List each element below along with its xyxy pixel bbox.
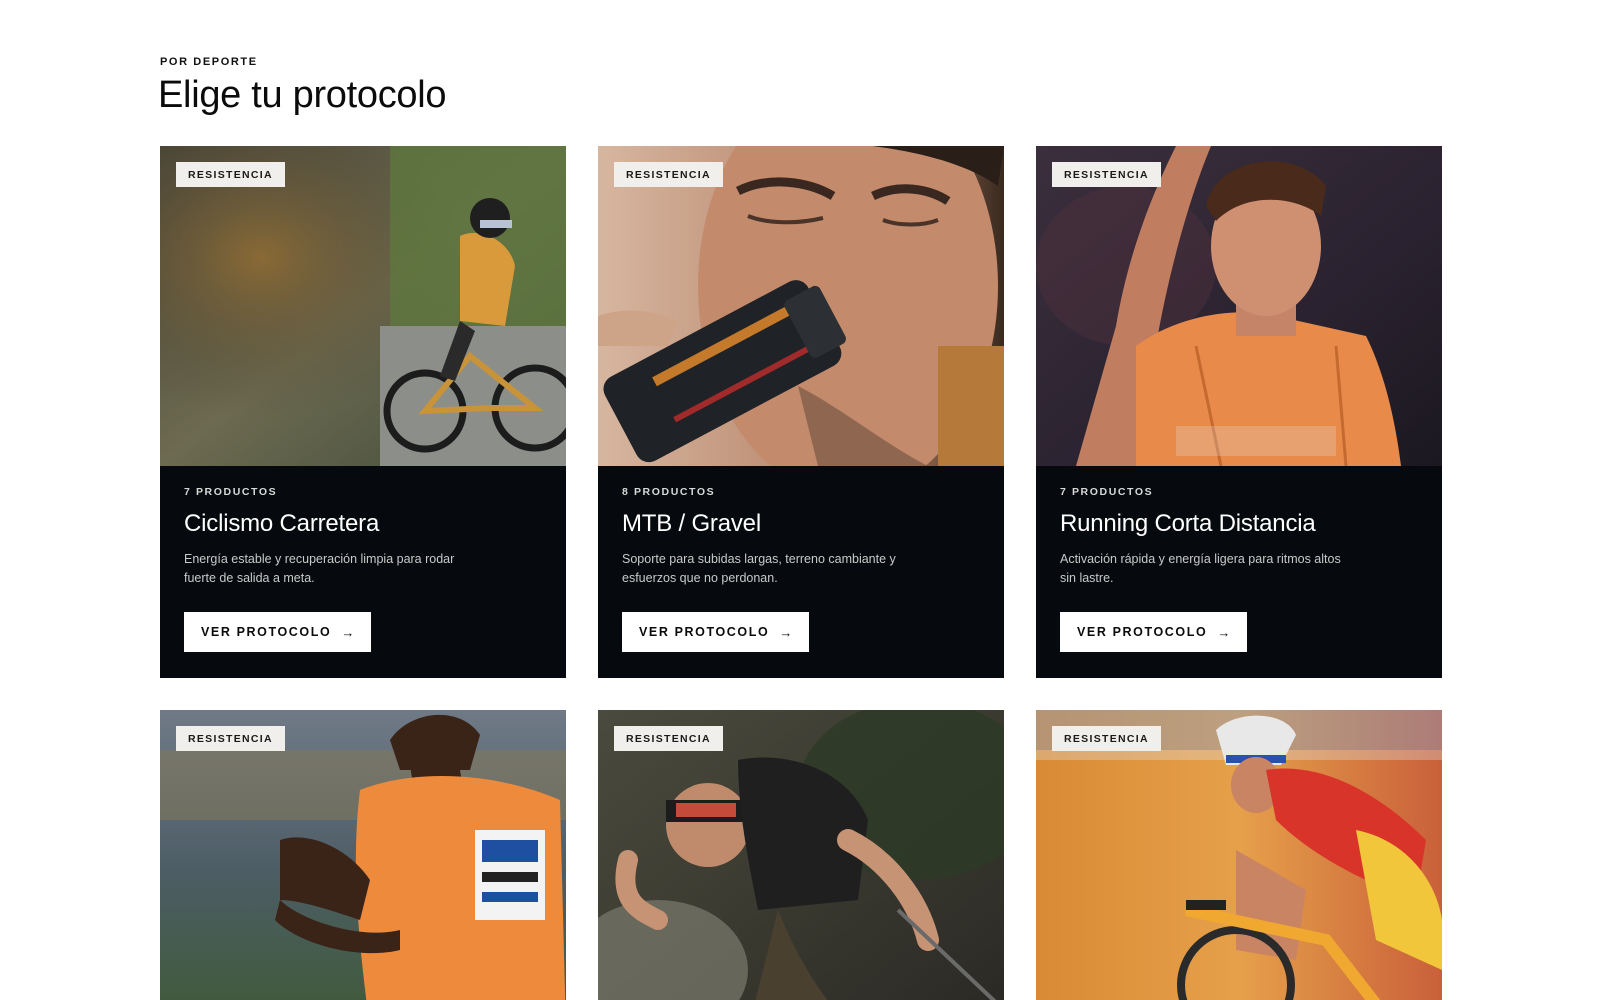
category-tag: RESISTENCIA <box>176 162 285 187</box>
protocol-card-ciclismo-carretera[interactable]: RESISTENCIA 7 PRODUCTOS Ciclismo Carrete… <box>160 146 566 678</box>
protocol-card-running-corta-distancia[interactable]: RESISTENCIA 7 PRODUCTOS Running Corta Di… <box>1036 146 1442 678</box>
section-title: Elige tu protocolo <box>158 74 447 116</box>
category-tag: RESISTENCIA <box>1052 162 1161 187</box>
protocol-card-trail[interactable]: RESISTENCIA <box>598 710 1004 1000</box>
protocol-card-triathlon[interactable]: RESISTENCIA <box>1036 710 1442 1000</box>
product-count: 7 PRODUCTOS <box>1060 486 1154 498</box>
section-eyebrow: POR DEPORTE <box>160 56 258 68</box>
category-tag: RESISTENCIA <box>176 726 285 751</box>
card-body: 7 PRODUCTOS Running Corta Distancia Acti… <box>1060 486 1418 652</box>
card-description: Energía estable y recuperación limpia pa… <box>184 552 455 585</box>
category-tag: RESISTENCIA <box>1052 726 1161 751</box>
product-count: 7 PRODUCTOS <box>184 486 278 498</box>
category-tag: RESISTENCIA <box>614 162 723 187</box>
runner-photo <box>1036 146 1442 466</box>
arrow-right-icon: → <box>779 624 793 640</box>
protocol-card-mtb-gravel[interactable]: RESISTENCIA 8 PRODUCTOS MTB / Gravel Sop… <box>598 146 1004 678</box>
category-tag: RESISTENCIA <box>614 726 723 751</box>
card-title: Ciclismo Carretera <box>184 510 380 537</box>
arrow-right-icon: → <box>341 624 355 640</box>
protocol-card-marathon[interactable]: RESISTENCIA <box>160 710 566 1000</box>
athlete-drinking-photo <box>598 146 1004 466</box>
card-description: Soporte para subidas largas, terreno cam… <box>622 552 896 585</box>
ver-protocolo-button[interactable]: VER PROTOCOLO → <box>1060 612 1248 652</box>
arrow-right-icon: → <box>1217 624 1231 640</box>
ver-protocolo-button[interactable]: VER PROTOCOLO → <box>622 612 810 652</box>
card-title: MTB / Gravel <box>622 510 761 537</box>
button-label: VER PROTOCOLO <box>1077 625 1208 639</box>
page: POR DEPORTE Elige tu protocolo RESISTENC… <box>0 0 1600 1000</box>
protocol-grid: RESISTENCIA 7 PRODUCTOS Ciclismo Carrete… <box>160 146 1442 1000</box>
button-label: VER PROTOCOLO <box>639 625 770 639</box>
marathon-runner-photo <box>160 710 566 1000</box>
ver-protocolo-button[interactable]: VER PROTOCOLO → <box>184 612 372 652</box>
card-title: Running Corta Distancia <box>1060 510 1316 537</box>
product-count: 8 PRODUCTOS <box>622 486 716 498</box>
card-body: 8 PRODUCTOS MTB / Gravel Soporte para su… <box>622 486 980 652</box>
button-label: VER PROTOCOLO <box>201 625 332 639</box>
card-body: 7 PRODUCTOS Ciclismo Carretera Energía e… <box>184 486 542 652</box>
triathlete-photo <box>1036 710 1442 1000</box>
trail-runner-photo <box>598 710 1004 1000</box>
card-description: Activación rápida y energía ligera para … <box>1060 552 1341 585</box>
cyclist-photo <box>160 146 566 466</box>
